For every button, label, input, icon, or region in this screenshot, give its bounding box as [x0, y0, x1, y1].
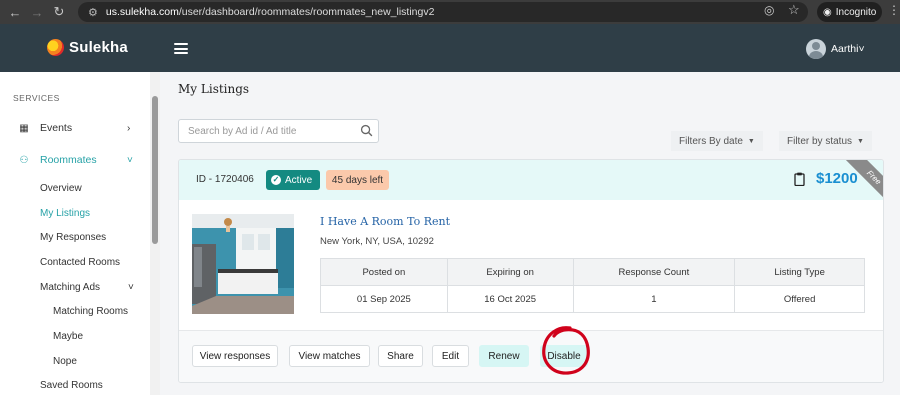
column-header: Listing Type: [734, 258, 865, 286]
sidebar-item-overview[interactable]: Overview: [40, 183, 82, 194]
avatar: [806, 39, 826, 59]
sidebar-item-my-listings[interactable]: My Listings: [40, 208, 90, 219]
incognito-label: Incognito: [835, 6, 877, 18]
incognito-icon: ◉: [823, 6, 832, 18]
sidebar-section-label: SERVICES: [13, 93, 60, 103]
url-text: us.sulekha.com/user/dashboard/roommates/…: [105, 6, 435, 18]
chevron-down-icon: ▼: [857, 137, 864, 145]
listing-stats-table: Posted on Expiring on Response Count Lis…: [320, 258, 865, 313]
renew-button[interactable]: Renew: [479, 345, 529, 367]
check-circle-icon: ✓: [271, 175, 281, 185]
filter-by-status-dropdown[interactable]: Filter by status ▼: [779, 131, 872, 151]
chevron-down-icon: ▼: [747, 137, 755, 145]
sidebar-item-saved-rooms[interactable]: Saved Rooms: [40, 380, 103, 391]
column-header: Posted on: [320, 258, 448, 286]
sidebar-item-label: Events: [40, 122, 73, 134]
sidebar-item-events[interactable]: ▦ Events ›: [17, 122, 137, 134]
days-left-badge: 45 days left: [326, 170, 389, 190]
sidebar-item-label: Roommates: [40, 154, 97, 166]
view-matches-button[interactable]: View matches: [289, 345, 370, 367]
disable-button[interactable]: Disable: [540, 345, 588, 367]
browser-toolbar: ← → ↻ ⚙ us.sulekha.com/user/dashboard/ro…: [0, 0, 900, 24]
logo[interactable]: Sulekha: [47, 39, 128, 56]
column-header: Response Count: [572, 258, 736, 286]
hamburger-menu-icon[interactable]: [174, 43, 188, 54]
app-header: Sulekha Aarthi˅: [0, 24, 900, 72]
back-icon[interactable]: ←: [4, 5, 26, 20]
forward-icon[interactable]: →: [26, 5, 48, 20]
scrollbar-thumb[interactable]: [152, 96, 158, 244]
filter-label: Filters By date: [679, 135, 743, 147]
ribbon-label: Free: [841, 160, 883, 208]
listing-photo[interactable]: [192, 214, 294, 314]
listing-address: New York, NY, USA, 10292: [320, 236, 434, 247]
sidebar-item-roommates[interactable]: ⚇ Roommates ˅: [17, 154, 137, 166]
column-header: Expiring on: [446, 258, 574, 286]
site-info-icon[interactable]: ⚙: [88, 6, 98, 19]
status-badge: ✓ Active: [266, 170, 320, 190]
listing-title[interactable]: I Have A Room To Rent: [320, 215, 450, 228]
share-button[interactable]: Share: [378, 345, 423, 367]
address-bar[interactable]: ⚙ us.sulekha.com/user/dashboard/roommate…: [78, 2, 808, 22]
listing-id: ID - 1720406: [196, 174, 254, 185]
sidebar-item-contacted-rooms[interactable]: Contacted Rooms: [40, 257, 120, 268]
menu-icon[interactable]: ⋮: [888, 3, 900, 17]
user-menu[interactable]: Aarthi˅: [806, 39, 865, 59]
eye-off-icon[interactable]: ◎: [764, 3, 774, 17]
logo-mark: [47, 39, 64, 56]
chevron-down-icon: ˅: [127, 154, 133, 166]
listing-actions-bar: View responses View matches Share Edit R…: [179, 330, 883, 382]
people-icon: ⚇: [19, 154, 29, 166]
sidebar-item-label: Matching Ads: [40, 282, 101, 293]
listing-card: ID - 1720406 ✓ Active 45 days left $1200…: [178, 159, 884, 383]
status-label: Active: [285, 174, 313, 186]
sidebar-item-matching-ads[interactable]: Matching Ads: [40, 282, 100, 293]
table-header-row: Posted on Expiring on Response Count Lis…: [320, 258, 865, 286]
search-box: [178, 119, 379, 143]
star-icon[interactable]: ☆: [788, 2, 800, 18]
calendar-icon: ▦: [19, 122, 29, 134]
page-title: My Listings: [178, 82, 250, 96]
reload-icon[interactable]: ↻: [48, 4, 70, 20]
sidebar-item-nope[interactable]: Nope: [53, 356, 77, 367]
search-input[interactable]: [179, 120, 349, 142]
clipboard-icon: [794, 172, 805, 186]
brand-name: Sulekha: [69, 39, 128, 56]
filter-by-date-dropdown[interactable]: Filters By date ▼: [671, 131, 763, 151]
posted-on-cell: 01 Sep 2025: [320, 285, 448, 313]
listing-card-header: ID - 1720406 ✓ Active 45 days left $1200…: [179, 160, 883, 208]
user-name: Aarthi˅: [831, 43, 865, 55]
chevron-right-icon: ›: [127, 122, 131, 134]
sidebar-scrollbar[interactable]: [150, 72, 160, 395]
sidebar-item-maybe[interactable]: Maybe: [53, 331, 83, 342]
free-ribbon: Free: [837, 160, 883, 208]
view-responses-button[interactable]: View responses: [192, 345, 278, 367]
sidebar-item-my-responses[interactable]: My Responses: [40, 232, 106, 243]
table-row: 01 Sep 2025 16 Oct 2025 1 Offered: [320, 285, 865, 313]
expiring-on-cell: 16 Oct 2025: [446, 285, 574, 313]
incognito-badge[interactable]: ◉ Incognito: [817, 2, 882, 22]
main-content: My Listings Filters By date ▼ Filter by s…: [160, 72, 900, 395]
edit-button[interactable]: Edit: [432, 345, 469, 367]
sidebar: SERVICES ▦ Events › ⚇ Roommates ˅ Overvi…: [0, 72, 160, 395]
sidebar-item-matching-rooms[interactable]: Matching Rooms: [53, 306, 128, 317]
response-count-cell: 1: [572, 285, 736, 313]
filter-label: Filter by status: [787, 135, 853, 147]
search-icon[interactable]: [360, 124, 373, 137]
listing-type-cell: Offered: [734, 285, 865, 313]
chevron-down-icon[interactable]: ˅: [128, 282, 134, 293]
